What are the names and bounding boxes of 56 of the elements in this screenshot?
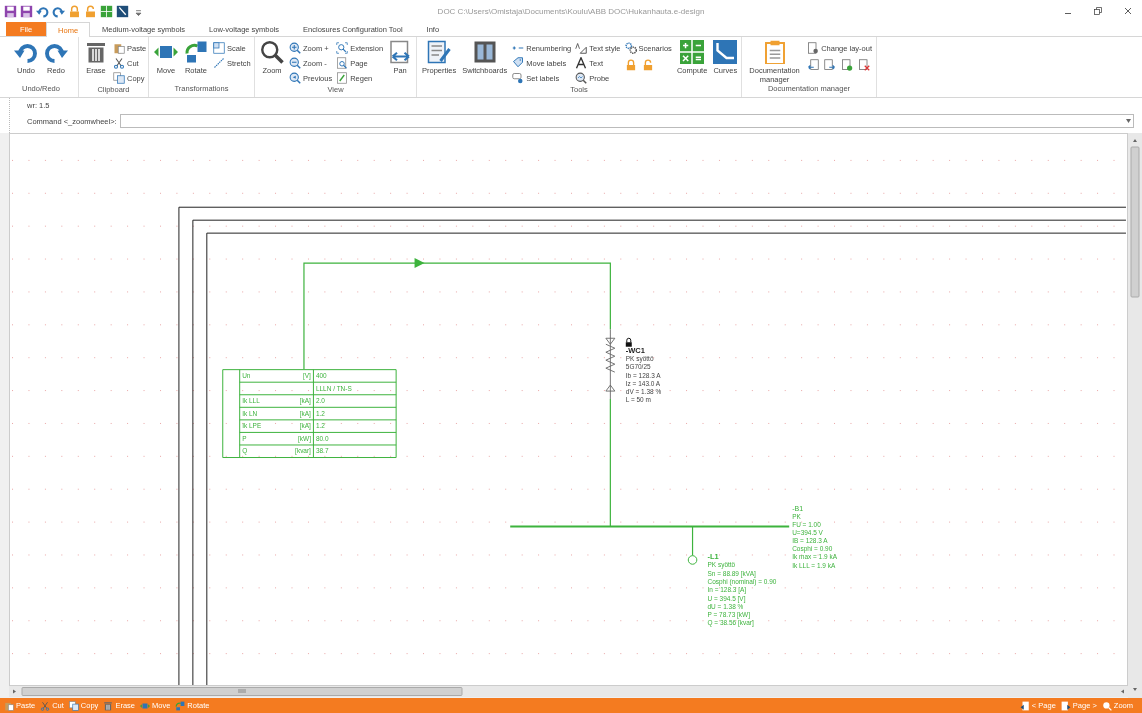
lock-icon[interactable]: [68, 4, 81, 18]
tag-icon: [512, 57, 525, 69]
scissors-icon: [40, 700, 51, 711]
cable-symbol: [605, 328, 616, 400]
gear-icon: [624, 42, 637, 54]
page-delete-icon[interactable]: [858, 59, 871, 71]
clipboard-icon: [762, 40, 787, 64]
zoom-previous-icon: [289, 72, 301, 84]
curve-icon[interactable]: [116, 4, 129, 18]
scissors-icon: [113, 57, 125, 69]
window-title: DOC C:\Users\Omistaja\Documents\Koulu\ABB DOC\Hukanhauta.e-design: [437, 6, 705, 16]
clipboard-icon: [113, 42, 125, 54]
clipboard-icon: [4, 700, 14, 711]
probe-icon: [575, 72, 588, 84]
magnifier-icon: [1101, 700, 1112, 711]
trash-icon: [103, 700, 114, 711]
text-style-icon: [575, 42, 588, 54]
restore-icon[interactable]: [1094, 7, 1102, 15]
unlock-icon[interactable]: [84, 4, 97, 18]
page-forward-icon: [1060, 700, 1071, 711]
page-arrow-icon[interactable]: [824, 59, 837, 71]
rotate-icon: [175, 700, 186, 711]
page-back-icon: [1019, 700, 1030, 711]
label-icon: [512, 72, 525, 84]
lock-icon[interactable]: [624, 59, 637, 71]
page-zoom-icon: [336, 57, 349, 69]
calculator-icon: [680, 40, 705, 64]
page-plus-icon[interactable]: [841, 59, 854, 71]
copy-icon: [113, 72, 125, 84]
save-icon[interactable]: [4, 4, 17, 18]
stretch-icon: [213, 57, 225, 69]
caret-icon[interactable]: [1126, 119, 1131, 123]
lock-icon: [625, 337, 632, 347]
curve-icon: [713, 40, 738, 64]
zoom-out-icon: [289, 57, 301, 69]
close-icon[interactable]: [1124, 7, 1132, 15]
regen-icon: [336, 72, 349, 84]
load-branch: [687, 526, 698, 565]
horizontal-scrollbar[interactable]: [9, 686, 1128, 697]
zoom-in-icon: [289, 42, 301, 54]
unlock-icon[interactable]: [641, 59, 654, 71]
page-gear-icon: [807, 42, 820, 54]
redo-icon[interactable]: [52, 4, 65, 18]
copy-icon: [68, 700, 79, 711]
vertical-scrollbar[interactable]: [1128, 133, 1142, 698]
text-icon: [575, 57, 588, 69]
document-pencil-icon: [427, 40, 452, 64]
rotate-icon: [184, 40, 208, 64]
save-icon[interactable]: [20, 4, 33, 18]
trash-icon: [84, 40, 108, 64]
scale-icon: [213, 42, 225, 54]
magnifier-icon: [260, 40, 284, 64]
cabinet-icon: [472, 40, 497, 64]
zoom-extents-icon: [336, 42, 349, 54]
undo-icon[interactable]: [36, 4, 49, 18]
command-field[interactable]: [119, 114, 1134, 128]
